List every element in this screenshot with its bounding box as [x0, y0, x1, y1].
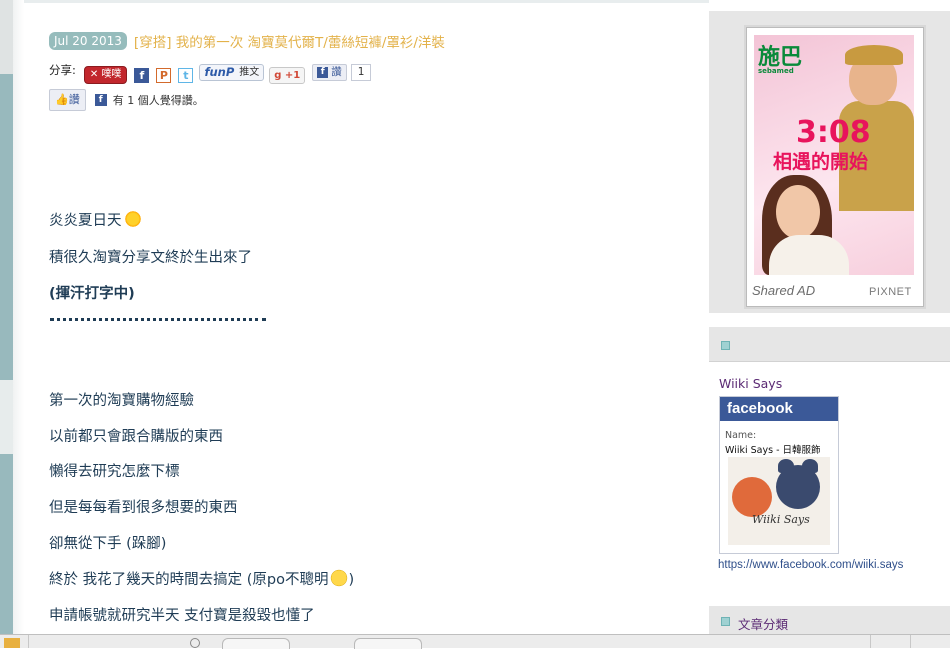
facebook-page-link[interactable]: https://www.facebook.com/wiiki.says	[718, 559, 903, 571]
fan-widget-title: Wiiki Says	[719, 376, 783, 391]
article-line: 以前都只會跟合購版的東西	[49, 429, 223, 445]
twitter-icon[interactable]: t	[178, 67, 194, 83]
like-button[interactable]: 👍讚	[49, 89, 86, 111]
facebook-share-icon[interactable]: f	[134, 67, 150, 83]
widget-bullet-icon	[721, 341, 730, 350]
doll-figure-left	[732, 477, 772, 517]
like-summary-text: 有 1 個人覺得讚。	[112, 94, 204, 107]
article-line: 懶得去研究怎麼下標	[49, 464, 180, 480]
article-line: 炎炎夏日天	[49, 209, 142, 230]
fan-widget-header	[709, 327, 950, 362]
fan-name-label: Name:	[725, 430, 757, 441]
taskbar-button[interactable]	[222, 638, 290, 649]
shared-ad-label: Shared AD	[752, 283, 816, 298]
share-bar: 分享: ✕ 噗噗 f P t funP 推文 g +1 f 讚 1	[49, 62, 372, 84]
left-rail-top	[0, 0, 13, 74]
facebook-fan-card[interactable]: facebook Name: Wiiki Says - 日韓服飾 Wiiki S…	[719, 396, 839, 554]
article-line: 但是每每看到很多想要的東西	[49, 500, 238, 516]
facebook-like-label: 讚	[331, 65, 342, 78]
ad-figure-woman-face	[776, 185, 820, 239]
left-rail-gap	[0, 380, 13, 454]
taskbar-divider	[870, 635, 871, 648]
google-plus-button[interactable]: g +1	[269, 66, 306, 84]
article-line: 積很久淘寶分享文終於生出來了	[49, 250, 252, 266]
ad-figure-woman-body	[769, 235, 849, 275]
article-line: (揮汗打字中)	[49, 286, 135, 302]
ad-subhead: 相遇的開始	[773, 151, 869, 173]
plurk-share-label: 噗噗	[101, 69, 122, 80]
google-plus-label: +1	[284, 69, 301, 81]
funp-logo: funP	[204, 64, 235, 79]
plurk-icon[interactable]: P	[156, 67, 172, 83]
category-widget-title: 文章分類	[738, 617, 789, 632]
like-button-label: 讚	[68, 93, 80, 106]
facebook-logo: facebook	[720, 397, 838, 421]
article-line: 卻無從下手 (跺腳)	[49, 536, 167, 552]
taskbar-divider	[28, 635, 29, 648]
funp-label: 推文	[239, 66, 260, 78]
shared-ad-banner[interactable]: 施巴 sebamed 3:08 相遇的開始	[754, 35, 914, 275]
post-date-badge: Jul 20 2013	[49, 32, 127, 50]
ad-headline: 3:08	[796, 115, 871, 150]
facebook-icon: f	[94, 94, 107, 106]
pixnet-label: PIXNET	[869, 286, 912, 298]
dotted-divider	[50, 318, 266, 321]
fan-page-picture[interactable]: Wiiki Says	[728, 457, 830, 545]
fan-name-value[interactable]: Wiiki Says - 日韓服飾	[725, 442, 821, 456]
widget-bullet-icon	[721, 617, 730, 626]
crying-emoji-icon	[330, 569, 349, 587]
sun-emoji-icon	[123, 210, 142, 228]
post-header: Jul 20 2013 [穿搭] 我的第一次 淘寶莫代爾T/蕾絲短褲/罩衫/洋裝	[49, 30, 445, 52]
taskbar-button[interactable]	[354, 638, 422, 649]
doll-figure-right	[776, 465, 820, 509]
article-line: 第一次的淘寶購物經驗	[49, 393, 194, 409]
article-line: 終於 我花了幾天的時間去搞定 (原po不聰明)	[49, 568, 354, 589]
facebook-icon: f	[317, 66, 329, 78]
share-label: 分享:	[49, 63, 76, 77]
funp-push-button[interactable]: funP 推文	[199, 63, 265, 81]
article-line: 申請帳號就研究半天 支付寶是殺毀也懂了	[49, 608, 315, 624]
fan-page-signature: Wiiki Says	[752, 513, 810, 526]
left-rail	[0, 74, 13, 634]
like-summary: f 有 1 個人覺得讚。	[94, 92, 204, 108]
facebook-like-button[interactable]: f 讚	[312, 63, 347, 81]
facebook-like-count: 1	[350, 63, 372, 81]
post-title-link[interactable]: [穿搭] 我的第一次 淘寶莫代爾T/蕾絲短褲/罩衫/洋裝	[134, 31, 445, 51]
taskbar-divider	[910, 635, 911, 648]
plurk-share-button[interactable]: ✕ 噗噗	[83, 66, 128, 84]
ad-figure-man-cap	[845, 45, 903, 65]
taskbar	[0, 634, 950, 649]
ad-brand-logo: 施巴 sebamed	[758, 45, 803, 75]
rail-shadow	[13, 0, 24, 634]
like-row: 👍讚 f 有 1 個人覺得讚。	[49, 89, 204, 111]
